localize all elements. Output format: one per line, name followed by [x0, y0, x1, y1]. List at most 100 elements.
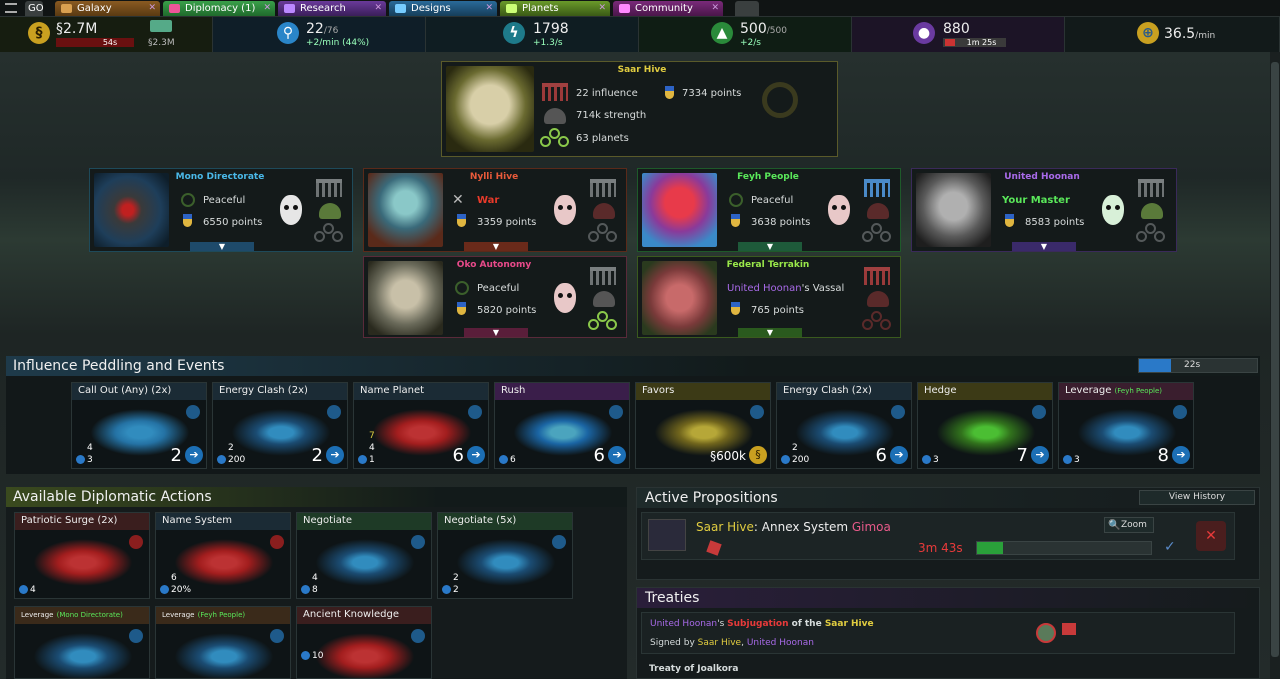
card-info-icon [609, 405, 623, 419]
dark-matter-resource[interactable]: ● 880 1m 25s [852, 17, 1065, 52]
play-card-icon[interactable]: ➔ [185, 446, 203, 464]
small-influence-icon [499, 455, 508, 464]
nylli-hive-portrait [368, 173, 443, 247]
checkmark-icon[interactable]: ✓ [1164, 539, 1176, 555]
influence-card[interactable]: Energy Clash (2x) 200 2 6 ➔ [776, 382, 912, 469]
empire-card-feyh-people[interactable]: Feyh People Peaceful 3638 points ▼ [637, 168, 901, 252]
transfer-icon [150, 20, 172, 32]
influence-card[interactable]: Energy Clash (2x) 200 2 2 ➔ [212, 382, 348, 469]
temple-icon [590, 267, 616, 285]
card-info-icon [186, 405, 200, 419]
tab-designs[interactable]: Designs ✕ [389, 1, 497, 16]
tab-research[interactable]: Research ✕ [278, 1, 386, 16]
expand-arrow[interactable]: ▼ [738, 328, 802, 337]
card-info-icon [270, 629, 284, 643]
oko-autonomy-portrait [368, 261, 443, 335]
view-history-button[interactable]: View History [1139, 490, 1255, 505]
card-info-icon [129, 535, 143, 549]
card-art [448, 535, 564, 590]
diplomatic-action-card[interactable]: Name System 20% 6 [155, 512, 291, 599]
research-resource[interactable]: ϟ 1798 +1.3/s [426, 17, 639, 52]
diplomatic-action-card[interactable]: Leverage (Mono Directorate) [14, 606, 150, 679]
mask-icon [828, 195, 850, 225]
status-ring-icon [181, 193, 195, 207]
card-info-icon [327, 405, 341, 419]
diplomatic-action-card[interactable]: Negotiate (5x) 2 2 [437, 512, 573, 599]
temple-icon [864, 267, 890, 285]
play-card-icon[interactable]: ➔ [608, 446, 626, 464]
influence-card[interactable]: Leverage (Feyh People) 3 8 ➔ [1058, 382, 1194, 469]
card-info-icon [750, 405, 764, 419]
points-medal-icon [665, 86, 674, 99]
play-card-icon[interactable]: ➔ [1172, 446, 1190, 464]
tab-empty[interactable] [735, 1, 759, 16]
helmet-icon [867, 291, 889, 307]
close-icon[interactable]: ✕ [598, 1, 606, 16]
card-info-icon [891, 405, 905, 419]
scrollbar[interactable] [1270, 52, 1280, 679]
empire-card-nylli-hive[interactable]: Nylli Hive ✕ War 3359 points ▼ [363, 168, 627, 252]
diplomatic-action-card[interactable]: Patriotic Surge (2x) 4 [14, 512, 150, 599]
influence-card[interactable]: Name Planet 1 4 7 6 ➔ [353, 382, 489, 469]
close-icon[interactable]: ✕ [263, 1, 271, 16]
diplomatic-action-card[interactable]: Ancient Knowledge 10 [296, 606, 432, 679]
credits-resource[interactable]: § §2.7M 54s §2.3M [0, 17, 213, 52]
empire-card-federal-terrakin[interactable]: Federal Terrakin United Hoonan's Vassal … [637, 256, 901, 338]
scrollbar-thumb[interactable] [1271, 62, 1279, 657]
tab-go[interactable]: GO [25, 1, 43, 16]
influence-card[interactable]: Call Out (Any) (2x) 3 4 2 ➔ [71, 382, 207, 469]
empire-card-united-hoonan[interactable]: United Hoonan Your Master 8583 points ▼ [911, 168, 1177, 252]
play-card-icon[interactable]: ➔ [467, 446, 485, 464]
feyh-people-portrait [642, 173, 717, 247]
card-info-icon [1173, 405, 1187, 419]
expand-arrow[interactable]: ▼ [464, 242, 528, 251]
treaty-row-subjugation[interactable]: United Hoonan's Subjugation of the Saar … [641, 612, 1235, 654]
expand-arrow[interactable]: ▼ [190, 242, 254, 251]
expand-arrow[interactable]: ▼ [738, 242, 802, 251]
tab-galaxy[interactable]: Galaxy ✕ [55, 1, 160, 16]
close-icon[interactable]: ✕ [148, 1, 156, 16]
empire-card-mono-directorate[interactable]: Mono Directorate Peaceful 6550 points ▼ [89, 168, 353, 252]
close-icon[interactable]: ✕ [485, 1, 493, 16]
diplomatic-action-card[interactable]: Leverage (Feyh People) [155, 606, 291, 679]
treaty-flag-icon [1062, 623, 1076, 635]
industry-resource[interactable]: ▲ 500/500 +2/s [639, 17, 852, 52]
income-resource[interactable]: ⊕ 36.5/min [1065, 17, 1280, 52]
alien-mask-icon [1102, 195, 1124, 225]
expand-arrow[interactable]: ▼ [1012, 242, 1076, 251]
influence-resource[interactable]: ⚲ 22/76 +2/min (44%) [213, 17, 426, 52]
menu-icon[interactable] [5, 3, 17, 13]
proposition-row[interactable]: Saar Hive: Annex System Gimoa 3m 43s 🔍 Zo… [641, 512, 1235, 560]
empire-card-saar-hive[interactable]: Saar Hive 22 influence 714k strength 63 … [441, 61, 838, 157]
tab-community[interactable]: Community ✕ [613, 1, 723, 16]
close-icon[interactable]: ✕ [711, 1, 719, 16]
influence-card[interactable]: Hedge 3 7 ➔ [917, 382, 1053, 469]
crossed-swords-icon: ✕ [452, 192, 464, 208]
close-icon[interactable]: ✕ [374, 1, 382, 16]
points-medal-icon [183, 214, 192, 227]
reject-icon[interactable]: ✕ [1196, 521, 1226, 551]
proposition-progress [976, 541, 1152, 555]
diplomatic-action-card[interactable]: Negotiate 8 4 [296, 512, 432, 599]
card-art [166, 535, 282, 590]
empire-card-oko-autonomy[interactable]: Oko Autonomy Peaceful 5820 points ▼ [363, 256, 627, 338]
zoom-button[interactable]: 🔍 Zoom [1104, 517, 1154, 533]
credits-icon[interactable]: § [749, 446, 767, 464]
credits-icon: § [28, 22, 50, 44]
card-info-icon [129, 629, 143, 643]
planets-icon [1136, 223, 1166, 242]
influence-card[interactable]: Rush 6 6 ➔ [494, 382, 630, 469]
play-card-icon[interactable]: ➔ [890, 446, 908, 464]
tab-planets[interactable]: Planets ✕ [500, 1, 610, 16]
play-card-icon[interactable]: ➔ [326, 446, 344, 464]
expand-arrow[interactable]: ▼ [464, 328, 528, 337]
proposition-icon [648, 519, 686, 551]
diplomacy-icon [169, 4, 180, 13]
tab-diplomacy[interactable]: Diplomacy (1) ✕ [163, 1, 275, 16]
card-art [25, 535, 141, 590]
play-card-icon[interactable]: ➔ [1031, 446, 1049, 464]
influence-card[interactable]: Favors §600k § [635, 382, 771, 469]
helmet-icon [1141, 203, 1163, 219]
strength-helmet-icon [544, 108, 566, 124]
helmet-icon [867, 203, 889, 219]
